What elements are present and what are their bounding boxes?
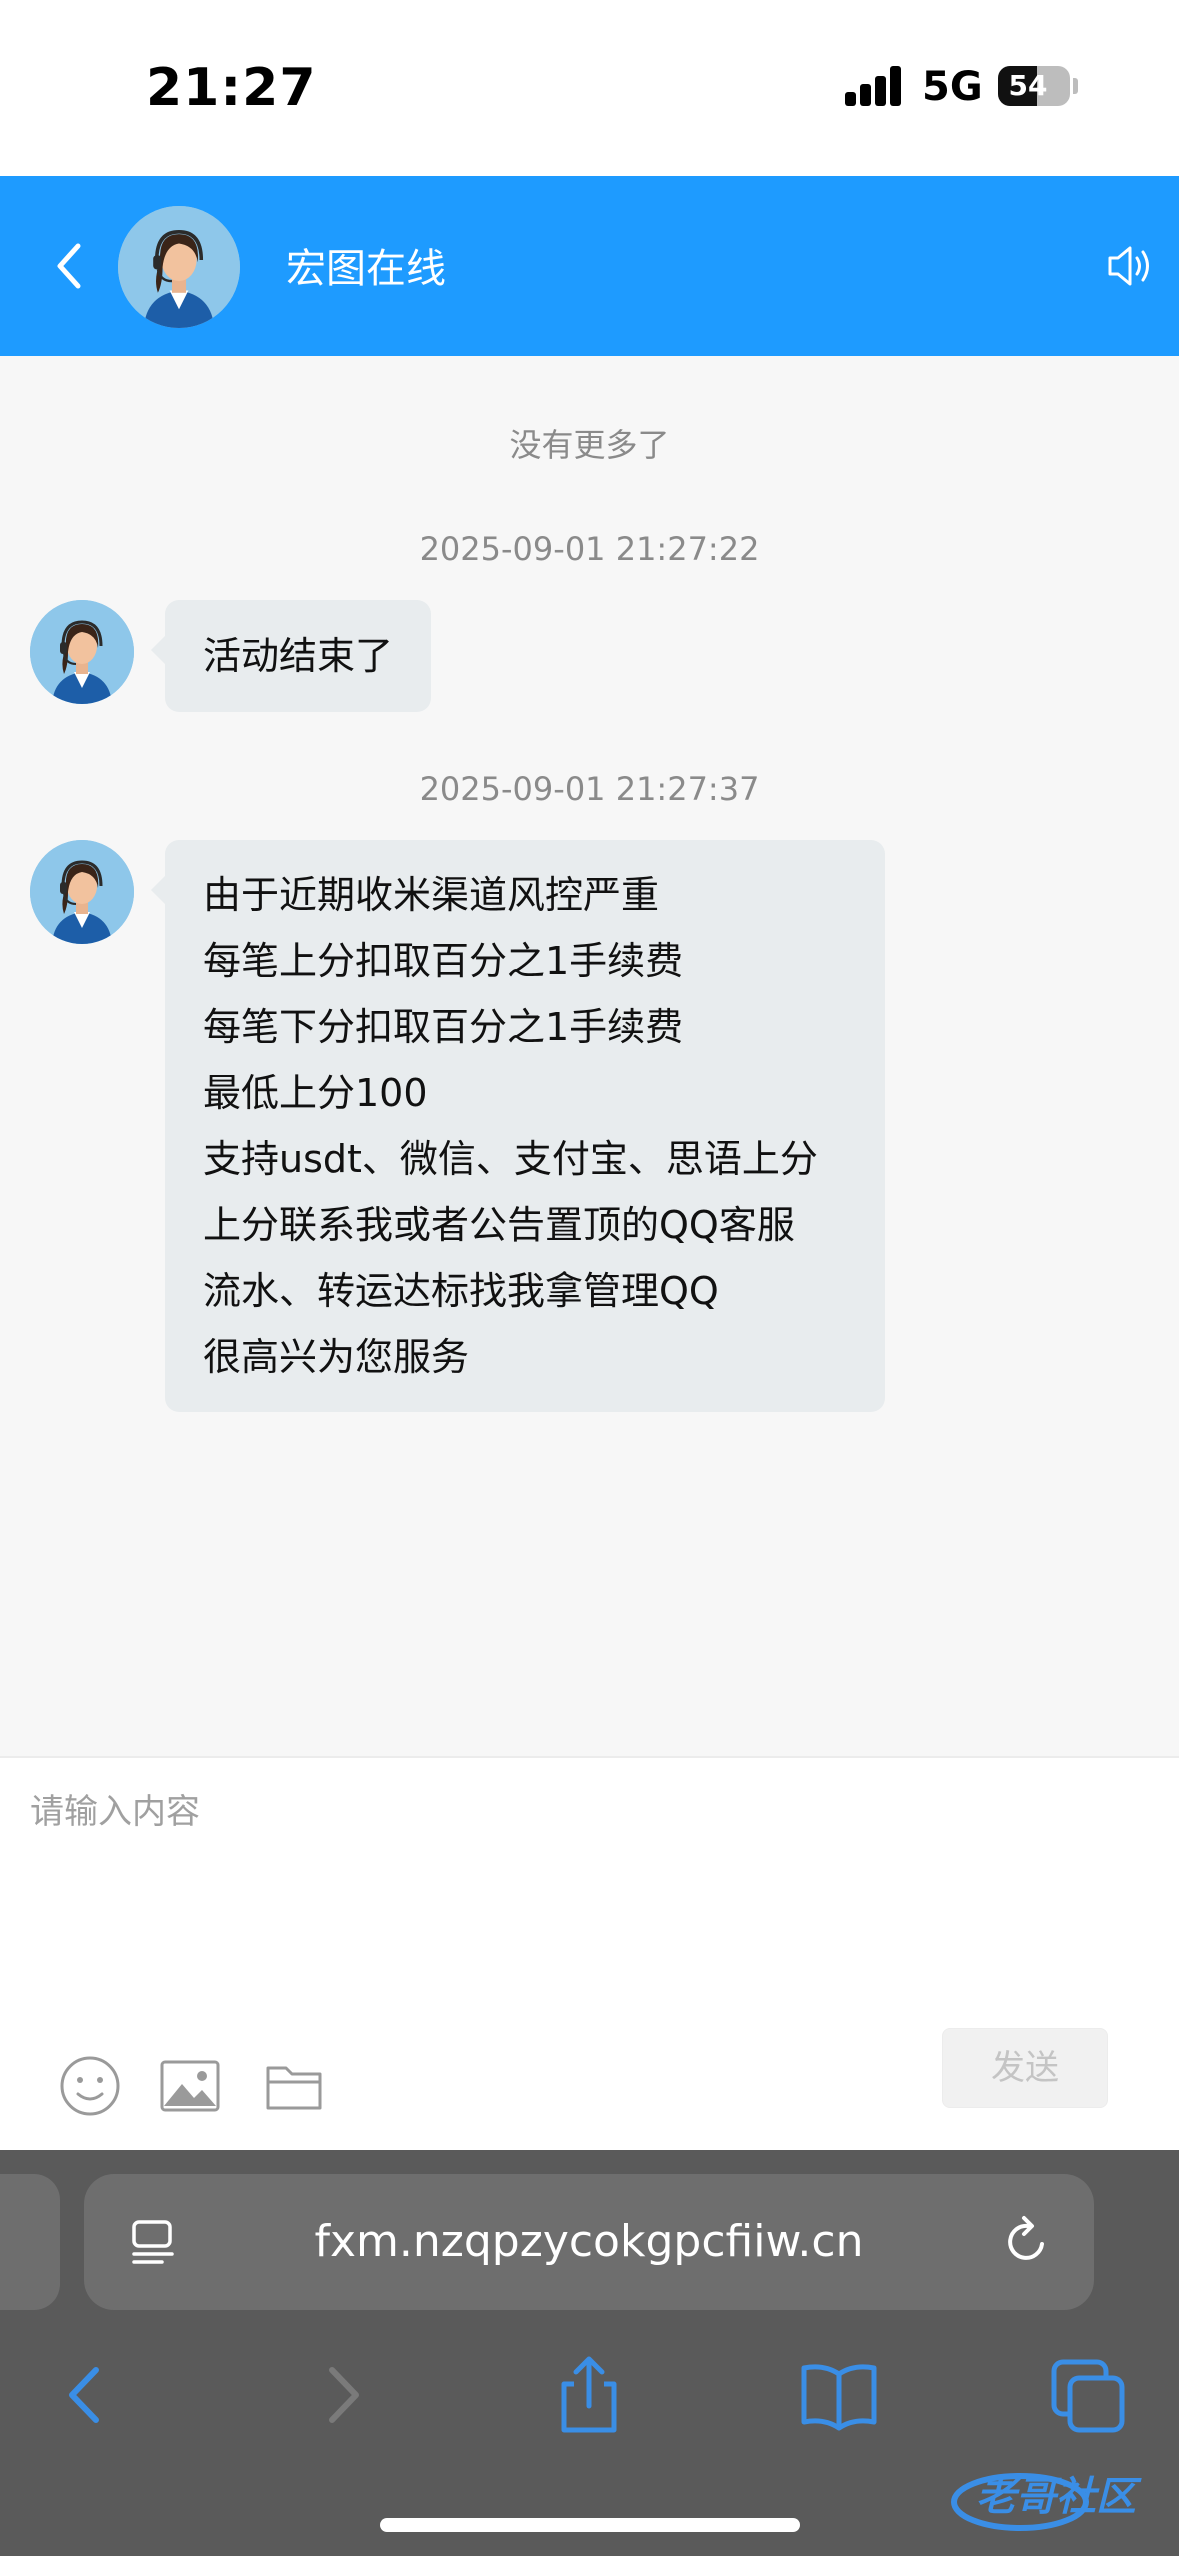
image-button[interactable]: [158, 2054, 222, 2118]
battery-tip: [1073, 78, 1078, 94]
message-avatar: [30, 600, 134, 704]
share-icon: [561, 2356, 617, 2433]
back-nav-button[interactable]: [42, 2350, 132, 2440]
chevron-left-icon: [57, 243, 81, 289]
send-button[interactable]: 发送: [942, 2028, 1108, 2108]
message-timestamp: 2025-09-01 21:27:37: [419, 770, 760, 808]
url-text: fxm.nzqpzycokgpcfiiw.cn: [314, 2216, 864, 2267]
message-bubble[interactable]: 活动结束了: [150, 600, 432, 712]
status-time: 21:27: [146, 58, 317, 118]
tabs-icon: [1051, 2359, 1125, 2433]
agent-avatar-icon: [30, 600, 134, 704]
share-button[interactable]: [544, 2350, 634, 2440]
message-timestamp: 2025-09-01 21:27:22: [419, 530, 760, 568]
message-line: 很高兴为您服务: [203, 1335, 470, 1379]
message-line: 流水、转运达标找我拿管理QQ: [203, 1269, 719, 1313]
speaker-icon: [1108, 246, 1149, 286]
message-bubble[interactable]: 由于近期收米渠道风控严重 每笔上分扣取百分之1手续费 每笔下分扣取百分之1手续费…: [151, 840, 885, 1412]
book-icon: [801, 2364, 877, 2431]
chat-title: 宏图在线: [286, 246, 446, 292]
tabs-button[interactable]: [1044, 2350, 1134, 2440]
battery-text: 54: [1008, 69, 1048, 102]
message-avatar: [30, 840, 134, 944]
chevron-left-icon: [69, 2367, 99, 2423]
message-list[interactable]: 没有更多了 2025-09-01 21:27:22 活动结束了 2025-09-…: [0, 356, 1179, 1756]
back-button[interactable]: [30, 224, 114, 308]
image-icon: [160, 2060, 220, 2112]
agent-avatar-icon: [118, 206, 240, 328]
agent-avatar-icon: [30, 840, 134, 944]
file-button[interactable]: [262, 2054, 326, 2118]
emoji-button[interactable]: [58, 2054, 122, 2118]
no-more-label: 没有更多了: [509, 426, 670, 464]
status-bar: 21:27 5G 54: [0, 0, 1179, 176]
input-area: 发送: [0, 1756, 1179, 2150]
agent-avatar: [118, 206, 240, 328]
address-bar[interactable]: fxm.nzqpzycokgpcfiiw.cn: [84, 2174, 1094, 2310]
message-line: 支持usdt、微信、支付宝、思语上分: [203, 1137, 818, 1181]
message-line: 每笔下分扣取百分之1手续费: [203, 1005, 684, 1049]
folder-icon: [266, 2066, 322, 2110]
message-line: 每笔上分扣取百分之1手续费: [203, 939, 684, 983]
message-line: 由于近期收米渠道风控严重: [203, 873, 660, 917]
message-line: 活动结束了: [203, 634, 394, 678]
sound-button[interactable]: [1100, 236, 1160, 296]
reload-icon[interactable]: [1000, 2214, 1056, 2270]
bookmarks-button[interactable]: [794, 2350, 884, 2440]
watermark-text: 老哥社区: [976, 2474, 1136, 2520]
network-label: 5G: [922, 64, 983, 110]
message-line: 上分联系我或者公告置顶的QQ客服: [203, 1203, 795, 1247]
watermark-logo: 老哥社区: [940, 2460, 1170, 2540]
signal-icon: [845, 66, 905, 106]
emoji-icon: [60, 2056, 120, 2116]
battery-icon: 54: [998, 66, 1070, 106]
home-indicator: [380, 2518, 800, 2532]
forward-nav-button[interactable]: [296, 2350, 386, 2440]
chat-header: 宏图在线: [0, 176, 1179, 356]
chevron-right-icon: [329, 2367, 359, 2423]
message-input[interactable]: [30, 1784, 1150, 2024]
browser-toolbar: fxm.nzqpzycokgpcfiiw.cn 老哥社区: [0, 2150, 1179, 2556]
message-line: 最低上分100: [203, 1071, 428, 1115]
previous-tab-peek[interactable]: [0, 2174, 60, 2310]
